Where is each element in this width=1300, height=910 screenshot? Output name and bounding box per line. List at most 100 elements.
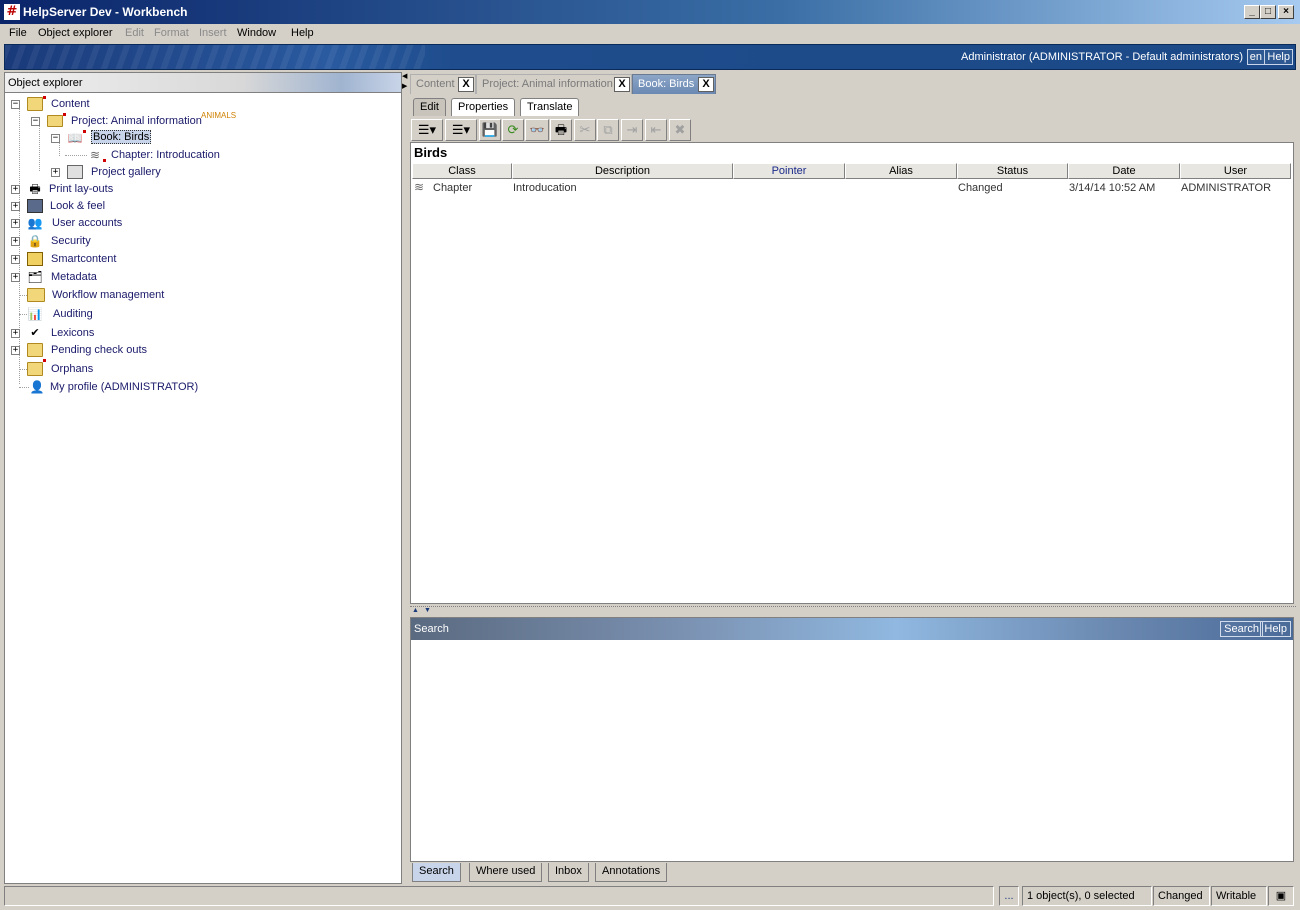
menu-window[interactable]: Window — [237, 27, 276, 39]
tab-inbox[interactable]: Inbox — [548, 863, 589, 882]
expand-icon[interactable]: + — [11, 346, 20, 355]
subtab-properties[interactable]: Properties — [451, 98, 516, 116]
expand-icon[interactable]: + — [11, 273, 20, 282]
status-more-button[interactable]: ... — [999, 886, 1019, 906]
collapse-left-icon[interactable]: ◀ — [402, 72, 407, 80]
column-header-date[interactable]: Date — [1068, 163, 1180, 179]
status-selection: 1 object(s), 0 selected — [1022, 886, 1152, 906]
panel-splitter[interactable]: ◀ ▶ — [402, 72, 408, 884]
list-dropdown-icon[interactable]: ☰▾ — [411, 119, 443, 141]
subtab-edit[interactable]: Edit — [413, 98, 446, 116]
refresh-icon[interactable]: ⟳ — [502, 119, 524, 141]
tree-node-lexicons[interactable]: + ✔ Lexicons — [5, 325, 305, 341]
tree-node-orphans[interactable]: Orphans — [5, 359, 305, 377]
tree-label: Project gallery — [91, 166, 161, 178]
tree-node-content[interactable]: − Content — [5, 96, 305, 112]
subtab-translate[interactable]: Translate — [520, 98, 580, 116]
tab-annotations[interactable]: Annotations — [595, 863, 668, 882]
monitor-icon — [27, 199, 43, 213]
horizontal-splitter[interactable]: ▲ ▼ — [410, 606, 1296, 614]
tab-project-animal-information[interactable]: Project: Animal information X — [476, 74, 632, 94]
close-tab-icon[interactable]: X — [614, 77, 630, 92]
object-explorer-title: Object explorer — [8, 77, 83, 89]
save-icon[interactable]: 💾 — [479, 119, 501, 141]
expand-icon[interactable]: + — [11, 237, 20, 246]
close-tab-icon[interactable]: X — [458, 77, 474, 92]
tab-where-used[interactable]: Where used — [469, 863, 543, 882]
tab-search[interactable]: Search — [412, 863, 461, 882]
tree-node-metadata[interactable]: + 🗂 Metadata — [5, 269, 305, 285]
list-dropdown-icon-2[interactable]: ☰▾ — [445, 119, 477, 141]
copy-icon[interactable]: ⧉ — [597, 119, 619, 141]
expand-icon[interactable]: + — [11, 219, 20, 228]
expand-right-icon[interactable]: ▶ — [402, 82, 407, 90]
tree-node-look-feel[interactable]: + Look & feel — [5, 198, 305, 214]
expand-icon[interactable]: + — [11, 185, 20, 194]
delete-icon[interactable]: ✖ — [669, 119, 691, 141]
column-header-user[interactable]: User — [1180, 163, 1291, 179]
printer-icon: 🖶 — [29, 182, 41, 196]
expand-icon[interactable]: + — [11, 255, 20, 264]
search-panel-header: Search Search Help — [411, 618, 1293, 640]
tree-node-pending-checkouts[interactable]: + Pending check outs — [5, 342, 305, 358]
tree-node-security[interactable]: + 🔒 Security — [5, 233, 305, 249]
tree-node-user-accounts[interactable]: + 👥 User accounts — [5, 215, 305, 231]
tree-node-smartcontent[interactable]: + Smartcontent — [5, 251, 305, 267]
menu-file[interactable]: File — [9, 27, 27, 39]
tree-label: Auditing — [53, 308, 93, 320]
column-header-alias[interactable]: Alias — [845, 163, 957, 179]
tree-line — [19, 369, 27, 370]
collapse-icon[interactable]: − — [51, 134, 60, 143]
maximize-button[interactable]: □ — [1260, 5, 1276, 19]
bottom-tab-bar: Search Where used Inbox Annotations — [410, 863, 1296, 883]
editor-toolbar: ☰▾ ☰▾ 💾 ⟳ 👓 🖶 ✂ ⧉ ⇥ ⇤ ✖ — [410, 118, 1296, 142]
close-window-button[interactable]: × — [1278, 5, 1294, 19]
menu-help[interactable]: Help — [291, 27, 314, 39]
tree-node-workflow[interactable]: Workflow management — [5, 287, 305, 303]
collapse-icon[interactable]: − — [31, 117, 40, 126]
language-button[interactable]: en — [1246, 49, 1265, 65]
status-message — [4, 886, 994, 906]
print-icon[interactable]: 🖶 — [550, 119, 572, 141]
modified-marker — [83, 130, 86, 133]
menu-object-explorer[interactable]: Object explorer — [38, 27, 113, 39]
tree-node-book-birds[interactable]: − 📖 Book: Birds — [5, 130, 305, 146]
expand-icon[interactable]: + — [51, 168, 60, 177]
tab-book-birds[interactable]: Book: Birds X — [632, 74, 716, 94]
column-header-status[interactable]: Status — [957, 163, 1068, 179]
close-tab-icon[interactable]: X — [698, 77, 714, 92]
cut-icon[interactable]: ✂ — [574, 119, 596, 141]
banner-help-button[interactable]: Help — [1264, 49, 1293, 65]
indent-icon[interactable]: ⇥ — [621, 119, 643, 141]
app-icon: # — [4, 4, 20, 20]
collapse-up-icon[interactable]: ▲ — [412, 607, 419, 614]
expand-down-icon[interactable]: ▼ — [424, 607, 431, 614]
column-header-pointer[interactable]: Pointer — [733, 163, 845, 179]
outdent-icon[interactable]: ⇤ — [645, 119, 667, 141]
tree-node-auditing[interactable]: 📊 Auditing — [5, 306, 305, 322]
content-pane: Birds Class Description Pointer Alias St… — [410, 142, 1294, 604]
tree-node-my-profile[interactable]: 👤 My profile (ADMINISTRATOR) — [5, 379, 305, 395]
collapse-icon[interactable]: − — [11, 100, 20, 109]
modified-marker — [63, 113, 66, 116]
tree-node-print-layouts[interactable]: + 🖶 Print lay-outs — [5, 181, 305, 197]
object-explorer-header: Object explorer — [5, 73, 401, 93]
tree-node-project[interactable]: − Project: Animal information ANIMALS — [5, 111, 305, 129]
tree-node-project-gallery[interactable]: + Project gallery — [5, 164, 305, 180]
menu-insert[interactable]: Insert — [199, 27, 227, 39]
expand-icon[interactable]: + — [11, 329, 20, 338]
minimize-button[interactable]: _ — [1244, 5, 1260, 19]
column-header-description[interactable]: Description — [512, 163, 733, 179]
tree-node-chapter[interactable]: ≋ Chapter: Introducation — [5, 147, 305, 163]
tree-label: Print lay-outs — [49, 183, 114, 195]
menu-edit[interactable]: Edit — [125, 27, 144, 39]
search-help-button[interactable]: Help — [1260, 621, 1291, 637]
expand-icon[interactable]: + — [11, 202, 20, 211]
layout-toggle-icon[interactable]: ▣ — [1268, 886, 1294, 906]
menu-format[interactable]: Format — [154, 27, 189, 39]
preview-icon[interactable]: 👓 — [525, 119, 549, 141]
tab-content[interactable]: Content X — [410, 74, 476, 94]
column-header-class[interactable]: Class — [412, 163, 512, 179]
smartcontent-icon — [27, 252, 43, 266]
search-button[interactable]: Search — [1220, 621, 1263, 637]
